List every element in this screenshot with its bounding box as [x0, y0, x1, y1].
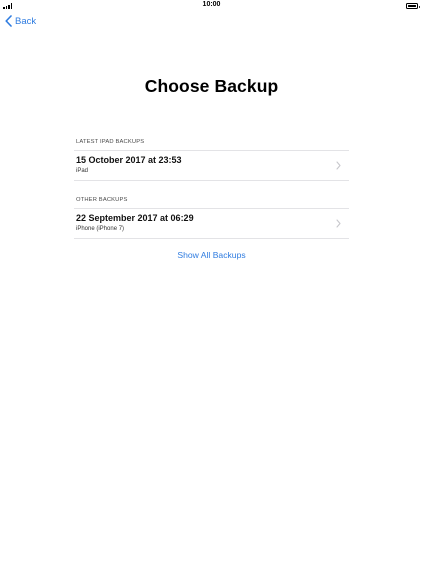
back-label: Back: [15, 15, 37, 27]
divider: [74, 180, 349, 181]
battery-icon: [406, 3, 420, 9]
backup-device: iPhone (iPhone 7): [76, 226, 125, 232]
chevron-right-icon: [336, 161, 341, 170]
backup-row-iphone[interactable]: 22 September 2017 at 06:29 iPhone (iPhon…: [74, 209, 349, 238]
back-button[interactable]: Back: [5, 14, 36, 28]
status-time: 10:00: [202, 1, 221, 8]
backup-date: 15 October 2017 at 23:53: [76, 155, 182, 165]
backup-date: 22 September 2017 at 06:29: [76, 213, 194, 223]
backup-device: iPad: [76, 168, 89, 174]
page-title: Choose Backup: [144, 76, 279, 96]
show-all-backups-button[interactable]: Show All Backups: [0, 250, 423, 260]
divider: [74, 238, 349, 239]
section-header-latest-ipad-backups: LATEST IPAD BACKUPS: [76, 139, 145, 145]
chevron-right-icon: [336, 219, 341, 228]
chevron-left-icon: [5, 15, 12, 27]
backup-row-ipad[interactable]: 15 October 2017 at 23:53 iPad: [74, 151, 349, 180]
section-header-other-backups: OTHER BACKUPS: [76, 197, 128, 203]
choose-backup-screen: 10:00 Back Choose Backup LATEST IPAD BAC…: [0, 0, 423, 564]
status-bar: 10:00: [0, 0, 423, 11]
